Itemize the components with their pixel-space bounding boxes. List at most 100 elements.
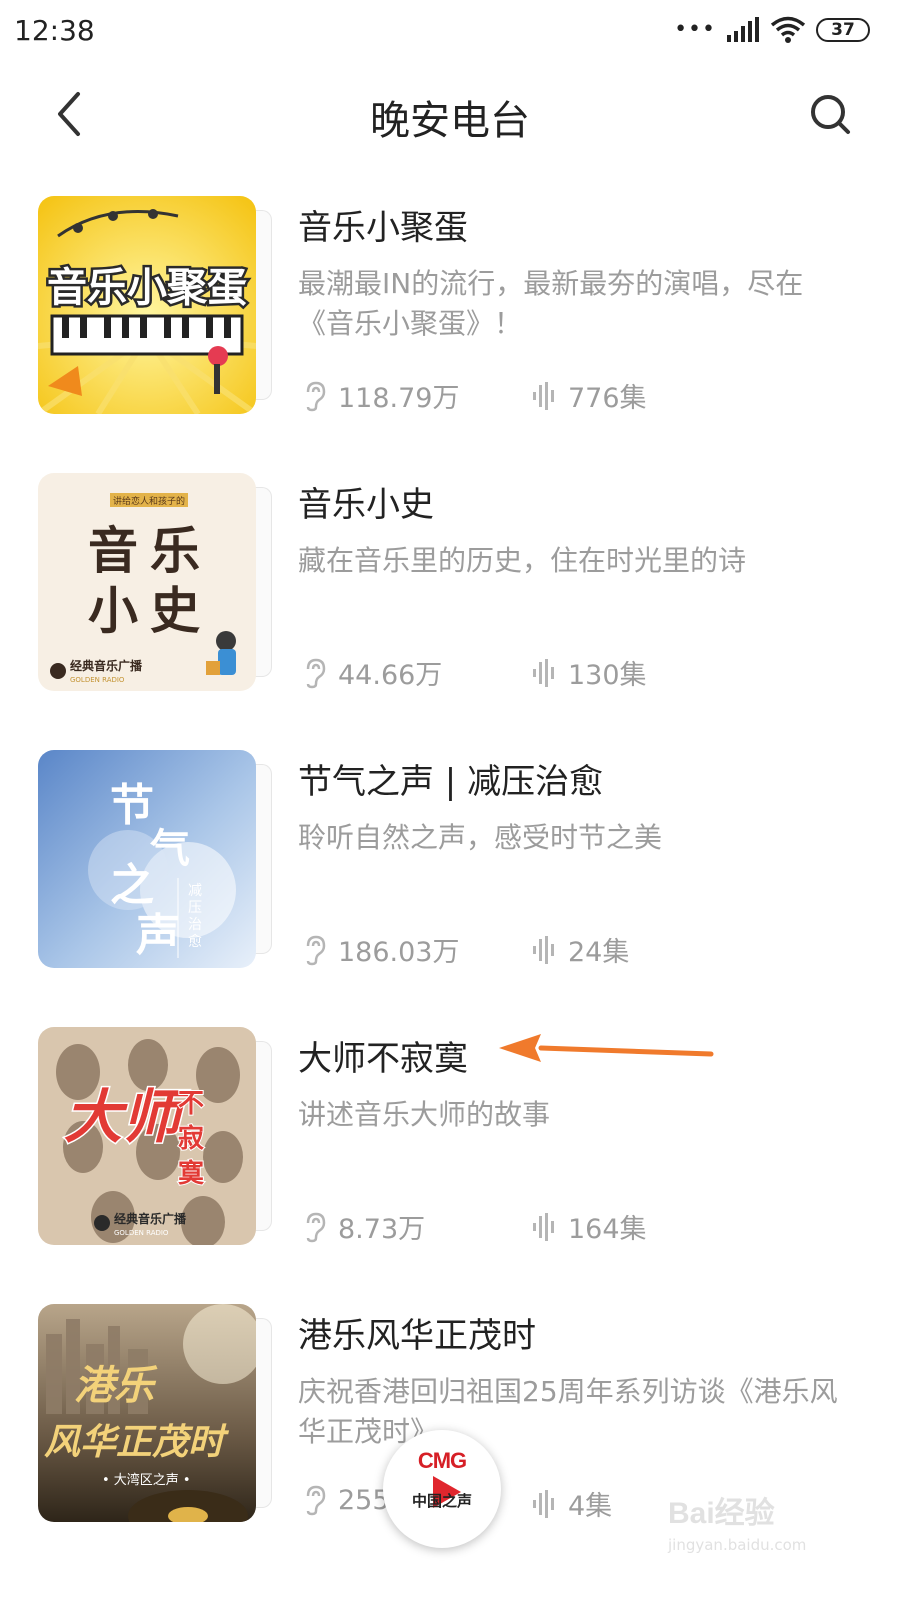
svg-text:治: 治 — [188, 917, 202, 933]
item-title[interactable]: 节气之声 | 减压治愈 — [298, 754, 603, 803]
svg-text:音乐小聚蛋: 音乐小聚蛋 — [47, 265, 247, 311]
audio-wave-icon — [533, 1212, 554, 1241]
episodes-value: 130集 — [568, 660, 647, 691]
svg-text:压: 压 — [188, 900, 202, 916]
cover-wrap: 讲给恋人和孩子的 音 乐 小 史 经典音乐广播 GOLDEN RADIO — [38, 473, 272, 691]
ear-icon — [306, 381, 326, 411]
watermark-url: jingyan.baidu.com — [668, 1536, 807, 1554]
search-button[interactable] — [800, 84, 860, 144]
item-meta: 44.66万 130集 — [302, 653, 862, 693]
svg-text:不: 不 — [178, 1089, 204, 1119]
svg-text:港乐: 港乐 — [74, 1362, 158, 1409]
episodes-value: 164集 — [568, 1214, 647, 1245]
search-icon — [811, 95, 850, 134]
mini-player-button[interactable]: CMG 中国之声 — [383, 1430, 501, 1548]
cover-image: 大师 不 寂 寞 经典音乐广播 GOLDEN RADIO — [38, 1027, 256, 1245]
svg-text:经典音乐广播: 经典音乐广播 — [70, 658, 143, 673]
svg-text:气: 气 — [150, 826, 190, 872]
item-title[interactable]: 音乐小聚蛋 — [298, 200, 468, 249]
plays-count: 8.73万 — [302, 1207, 425, 1246]
audio-wave-icon — [533, 658, 554, 687]
list-item[interactable]: 讲给恋人和孩子的 音 乐 小 史 经典音乐广播 GOLDEN RADIO 音乐小… — [0, 457, 900, 734]
status-bar: 12:38 ••• 37 — [0, 0, 900, 60]
ear-icon — [306, 1212, 326, 1242]
svg-text:• 大湾区之声 •: • 大湾区之声 • — [102, 1472, 191, 1488]
mini-player-brand: CMG — [417, 1448, 467, 1473]
list-item[interactable]: 音乐小聚蛋 音乐小聚蛋 最潮最IN的流行，最新最夯的演唱，尽在《音乐小聚蛋》！ … — [0, 180, 900, 457]
svg-text:GOLDEN RADIO: GOLDEN RADIO — [114, 1229, 169, 1237]
svg-text:之: 之 — [110, 860, 154, 911]
program-list: 音乐小聚蛋 音乐小聚蛋 最潮最IN的流行，最新最夯的演唱，尽在《音乐小聚蛋》！ … — [0, 180, 900, 1565]
plays-value: 44.66万 — [338, 660, 443, 691]
battery-indicator: 37 — [816, 18, 870, 42]
svg-text:风华正茂时: 风华正茂时 — [44, 1421, 230, 1463]
episodes-count: 776集 — [532, 376, 647, 415]
item-meta: 186.03万 24集 — [302, 930, 862, 970]
plays-value: 118.79万 — [338, 383, 460, 414]
ear-icon — [306, 1485, 326, 1516]
audio-wave-icon — [533, 935, 554, 964]
plays-count: 44.66万 — [302, 653, 442, 692]
annotation-arrow-icon — [499, 1034, 714, 1062]
plays-value: 255 — [338, 1484, 390, 1516]
item-desc: 讲述音乐大师的故事 — [298, 1098, 551, 1131]
svg-text:乐: 乐 — [150, 521, 200, 580]
svg-text:声: 声 — [136, 910, 180, 961]
ear-icon — [306, 658, 326, 688]
cover-image: 港乐 风华正茂时 • 大湾区之声 • — [38, 1304, 256, 1522]
cover-wrap: 音乐小聚蛋 — [38, 196, 272, 414]
cover-image: 节 气 之 声 减 压 治 愈 — [38, 750, 256, 968]
item-desc: 聆听自然之声，感受时节之美 — [298, 821, 663, 854]
svg-text:经典音乐广播: 经典音乐广播 — [114, 1211, 187, 1226]
page-title: 晚安电台 — [370, 98, 530, 144]
episodes-value: 776集 — [568, 383, 647, 414]
item-title[interactable]: 音乐小史 — [298, 477, 434, 526]
episodes-value: 24集 — [568, 937, 630, 968]
plays-count: 255 — [302, 1484, 390, 1516]
item-desc: 最潮最IN的流行，最新最夯的演唱，尽在《音乐小聚蛋》！ — [298, 267, 804, 340]
svg-text:GOLDEN RADIO: GOLDEN RADIO — [70, 676, 125, 684]
status-time: 12:38 — [14, 14, 95, 47]
svg-text:节: 节 — [110, 780, 154, 831]
cover-image: 讲给恋人和孩子的 音 乐 小 史 经典音乐广播 GOLDEN RADIO — [38, 473, 256, 691]
list-item[interactable]: 节 气 之 声 减 压 治 愈 节气之声 | 减压治愈 聆听自然之声，感受时节之… — [0, 734, 900, 1011]
plays-value: 8.73万 — [338, 1214, 426, 1245]
episodes-count: 24集 — [532, 930, 629, 969]
item-desc: 庆祝香港回归祖国25周年系列访谈《港乐风华正茂时》 — [298, 1375, 838, 1448]
item-title[interactable]: 大师不寂寞 — [298, 1031, 468, 1080]
svg-text:愈: 愈 — [188, 934, 202, 950]
watermark: Bai经验 jingyan.baidu.com — [668, 1488, 838, 1554]
item-meta: 118.79万 776集 — [302, 376, 862, 416]
signal-icon — [727, 17, 759, 42]
cover-wrap: 大师 不 寂 寞 经典音乐广播 GOLDEN RADIO — [38, 1027, 272, 1245]
svg-text:小: 小 — [88, 581, 138, 640]
ear-icon — [306, 935, 326, 965]
episodes-count: 4集 — [532, 1484, 612, 1523]
svg-text:讲给恋人和孩子的: 讲给恋人和孩子的 — [113, 495, 185, 507]
svg-text:史: 史 — [150, 581, 200, 640]
list-item[interactable]: 大师 不 寂 寞 经典音乐广播 GOLDEN RADIO 大师不寂寞 讲述音乐大… — [0, 1011, 900, 1288]
plays-count: 118.79万 — [302, 376, 459, 415]
cover-image: 音乐小聚蛋 — [38, 196, 256, 414]
cover-wrap: 港乐 风华正茂时 • 大湾区之声 • — [38, 1304, 272, 1522]
item-title[interactable]: 港乐风华正茂时 — [298, 1308, 536, 1357]
mini-player-name: 中国之声 — [411, 1492, 472, 1510]
watermark-text: Bai经验 — [668, 1497, 775, 1530]
audio-wave-icon — [533, 381, 554, 410]
episodes-value: 4集 — [568, 1491, 613, 1522]
audio-wave-icon — [533, 1489, 554, 1518]
svg-text:音: 音 — [88, 521, 138, 580]
svg-text:大师: 大师 — [64, 1083, 190, 1151]
item-meta: 8.73万 164集 — [302, 1207, 862, 1247]
cover-wrap: 节 气 之 声 减 压 治 愈 — [38, 750, 272, 968]
plays-value: 186.03万 — [338, 937, 460, 968]
episodes-count: 164集 — [532, 1207, 647, 1246]
svg-text:寞: 寞 — [178, 1159, 205, 1189]
item-desc: 藏在音乐里的历史，住在时光里的诗 — [298, 544, 747, 577]
svg-text:寂: 寂 — [178, 1123, 204, 1154]
svg-text:减: 减 — [188, 883, 202, 899]
wifi-icon — [770, 16, 806, 43]
episodes-count: 130集 — [532, 653, 647, 692]
plays-count: 186.03万 — [302, 930, 459, 969]
status-icons: ••• 37 — [674, 16, 870, 44]
